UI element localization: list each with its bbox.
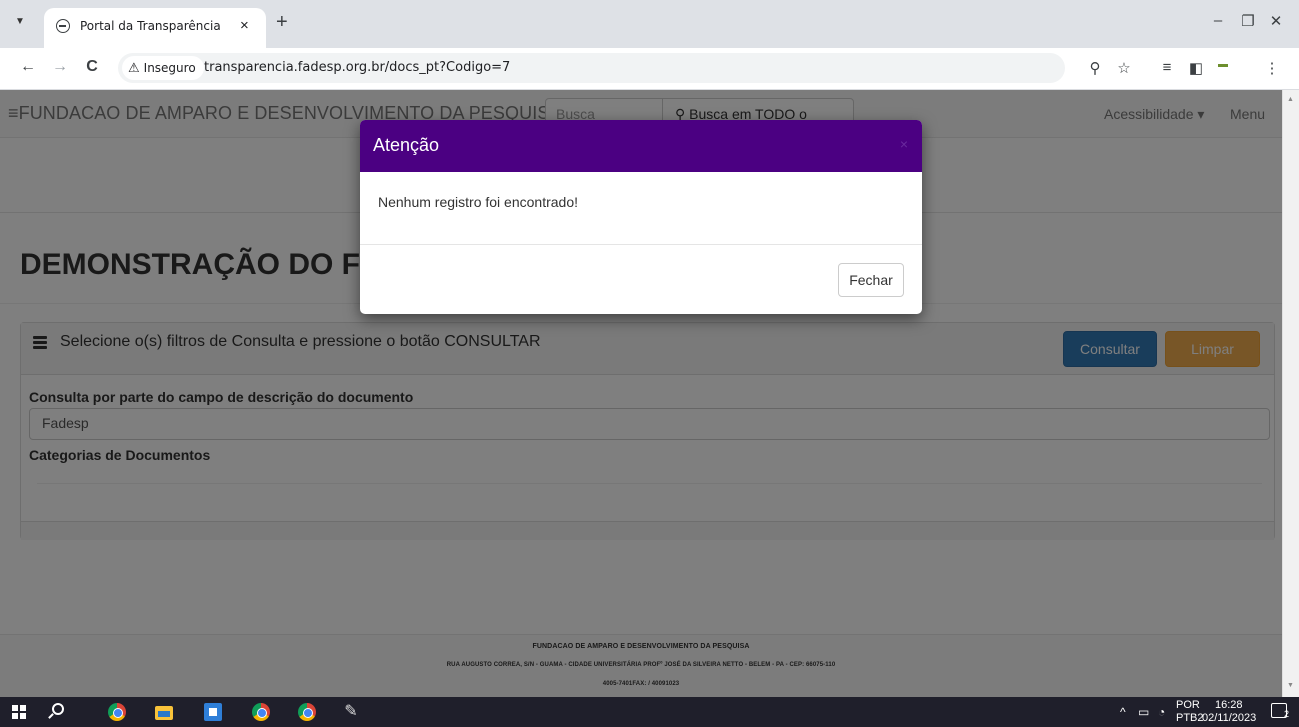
zoom-search-icon[interactable]: ⚲ — [1085, 59, 1105, 77]
site-info-chip[interactable]: ⚠ Inseguro — [122, 56, 204, 80]
windows-start-icon[interactable] — [12, 705, 26, 719]
modal-footer-divider — [360, 244, 922, 245]
globe-icon — [56, 19, 70, 33]
scroll-up-icon[interactable]: ▲ — [1287, 96, 1294, 103]
battery-icon[interactable]: ▭ — [1138, 705, 1149, 719]
clock-time[interactable]: 16:28 — [1215, 699, 1243, 711]
insecure-label: Inseguro — [143, 61, 196, 75]
tray-chevron-icon[interactable]: ^ — [1120, 705, 1126, 719]
keyboard-layout[interactable]: PTB2 — [1176, 712, 1204, 724]
modal-close-icon[interactable]: × — [900, 136, 908, 152]
chrome-icon[interactable] — [252, 703, 270, 721]
extension-icon[interactable]: ▬ — [1213, 59, 1233, 70]
close-window-icon[interactable]: ✕ — [1264, 12, 1288, 30]
forward-icon[interactable]: → — [50, 58, 70, 76]
page-scrollbar[interactable]: ▲ ▼ — [1282, 90, 1299, 697]
restore-icon[interactable]: ❐ — [1236, 12, 1260, 30]
windows-taskbar: ✎ ^ ▭ ◔ POR PTB2 16:28 02/11/2023 2 — [0, 697, 1299, 727]
taskbar-search-icon[interactable] — [52, 703, 64, 715]
file-explorer-icon[interactable] — [155, 706, 173, 720]
attention-modal: Atenção × Nenhum registro foi encontrado… — [360, 120, 922, 314]
modal-message: Nenhum registro foi encontrado! — [378, 194, 578, 210]
bookmark-star-icon[interactable]: ☆ — [1114, 59, 1134, 77]
minimize-icon[interactable]: – — [1206, 12, 1230, 29]
more-menu-icon[interactable]: ⋮ — [1262, 59, 1282, 77]
tab-title: Portal da Transparência — [80, 19, 221, 33]
browser-toolbar: ← → C ⚠ Inseguro transparencia.fadesp.or… — [0, 48, 1299, 90]
clock-date[interactable]: 02/11/2023 — [1202, 712, 1256, 724]
url-text[interactable]: transparencia.fadesp.org.br/docs_pt?Codi… — [204, 60, 510, 75]
new-tab-button[interactable]: + — [276, 12, 288, 32]
modal-title: Atenção — [373, 135, 440, 155]
tab-search-dropdown-icon[interactable]: ▼ — [8, 10, 32, 34]
chrome-profile-icon[interactable] — [108, 703, 126, 721]
language-indicator[interactable]: POR — [1176, 699, 1200, 711]
photos-app-icon[interactable] — [204, 703, 222, 721]
modal-header: Atenção × — [360, 120, 922, 172]
notification-count: 2 — [1284, 709, 1290, 719]
tab-close-icon[interactable]: × — [240, 17, 249, 34]
back-icon[interactable]: ← — [18, 58, 38, 76]
side-panel-icon[interactable]: ◧ — [1186, 59, 1206, 77]
address-bar[interactable]: ⚠ Inseguro transparencia.fadesp.org.br/d… — [118, 53, 1065, 83]
reload-icon[interactable]: C — [82, 58, 102, 76]
browser-tab-strip: ▼ Portal da Transparência × + – ❐ ✕ — [0, 0, 1299, 48]
wifi-icon[interactable]: ◔ — [1158, 705, 1165, 719]
scroll-down-icon[interactable]: ▼ — [1287, 682, 1294, 689]
fechar-button[interactable]: Fechar — [838, 263, 904, 297]
reading-list-icon[interactable]: ≡ — [1157, 59, 1177, 76]
paint-app-icon[interactable]: ✎ — [342, 703, 360, 721]
browser-tab[interactable]: Portal da Transparência × — [44, 8, 266, 48]
chrome-profile-2-icon[interactable] — [298, 703, 316, 721]
warning-icon: ⚠ — [128, 60, 140, 75]
